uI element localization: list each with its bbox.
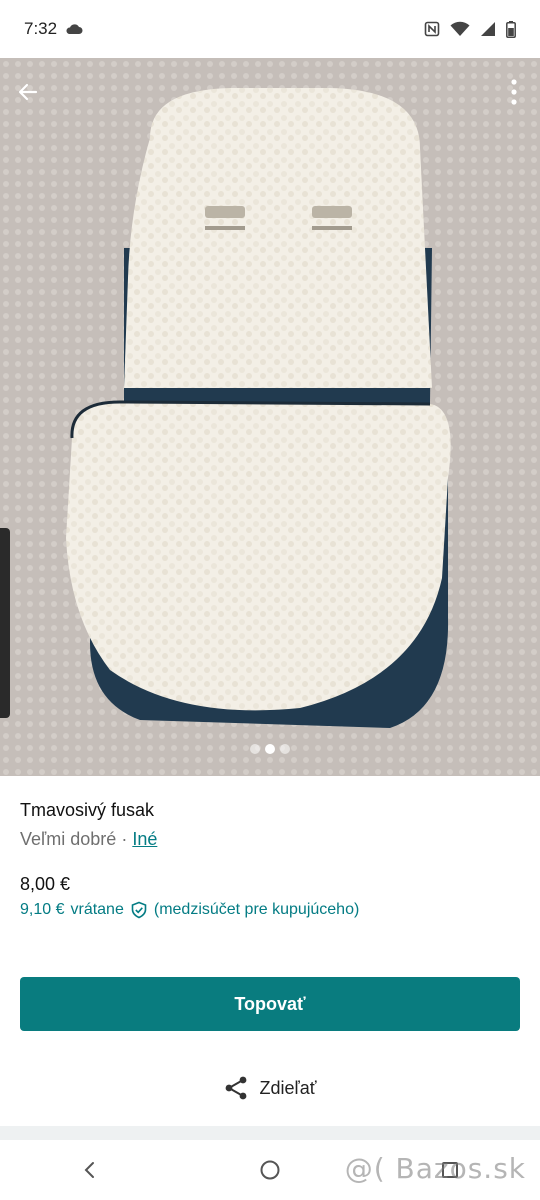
gallery-indicator	[0, 744, 540, 754]
item-meta: Veľmi dobré · Iné	[20, 829, 520, 850]
price-with-fee-value: 9,10 €	[20, 901, 65, 918]
watermark: @( Bazos.sk	[344, 1152, 526, 1185]
item-condition: Veľmi dobré	[20, 829, 117, 849]
price-with-fee[interactable]: 9,10 € vrátane (medzisúčet pre kupujúceh…	[20, 901, 520, 919]
back-button[interactable]	[12, 76, 44, 108]
status-bar: 7:32	[0, 0, 540, 58]
meta-separator: ·	[116, 829, 133, 849]
gallery-dot[interactable]	[250, 744, 260, 754]
more-menu-button[interactable]	[502, 76, 526, 108]
share-label: Zdieľať	[259, 1077, 317, 1098]
circle-home-icon	[260, 1160, 280, 1180]
share-icon	[226, 1076, 247, 1100]
status-time: 7:32	[24, 19, 58, 38]
item-title: Tmavosivý fusak	[20, 800, 155, 820]
cloud-icon	[66, 24, 83, 34]
more-vertical-icon	[511, 79, 517, 105]
status-icons	[424, 20, 516, 38]
product-photo	[0, 58, 540, 776]
item-price: 8,00 €	[20, 874, 71, 894]
shield-check-icon	[131, 901, 147, 919]
chevron-left-icon	[84, 1162, 94, 1178]
battery-icon	[506, 20, 516, 38]
nfc-icon	[424, 21, 440, 37]
gallery-dot-active[interactable]	[265, 744, 275, 754]
category-link[interactable]: Iné	[132, 829, 157, 849]
signal-icon	[481, 22, 495, 36]
gallery-dot[interactable]	[280, 744, 290, 754]
share-button[interactable]: Zdieľať	[0, 1070, 540, 1106]
fee-note: (medzisúčet pre kupujúceho)	[153, 901, 360, 918]
wifi-icon	[450, 21, 470, 36]
photo-gallery[interactable]	[0, 58, 540, 776]
nav-back-button[interactable]	[70, 1150, 110, 1190]
arrow-left-icon	[18, 83, 38, 101]
item-details: Tmavosivý fusak Veľmi dobré · Iné 8,00 €…	[20, 800, 520, 919]
fee-text: vrátane	[70, 901, 124, 918]
nav-home-button[interactable]	[250, 1150, 290, 1190]
promote-button[interactable]: Topovať	[20, 977, 520, 1031]
section-divider	[0, 1126, 540, 1140]
